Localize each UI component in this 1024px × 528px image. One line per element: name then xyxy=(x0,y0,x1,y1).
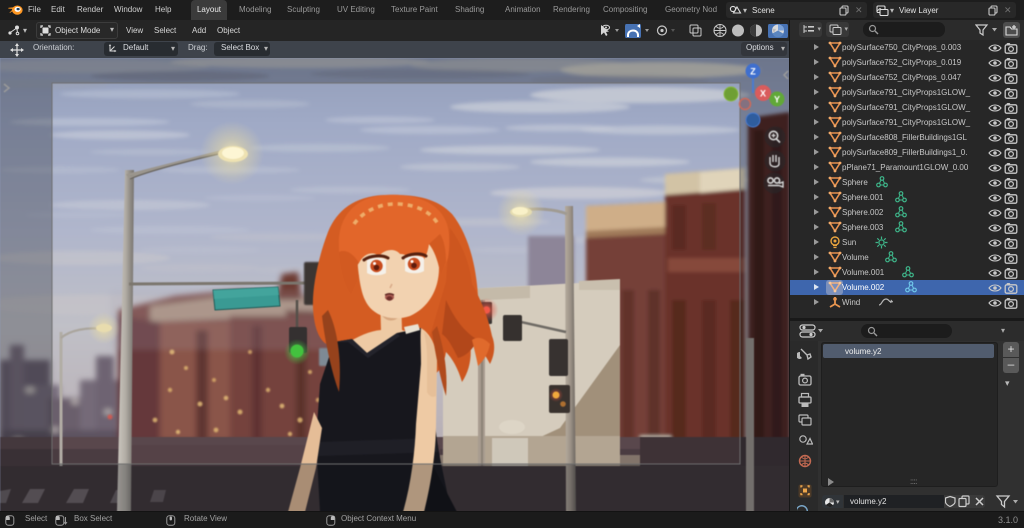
svg-text:X: X xyxy=(760,89,766,99)
svg-text:Y: Y xyxy=(774,95,780,105)
svg-text:Z: Z xyxy=(750,67,756,77)
